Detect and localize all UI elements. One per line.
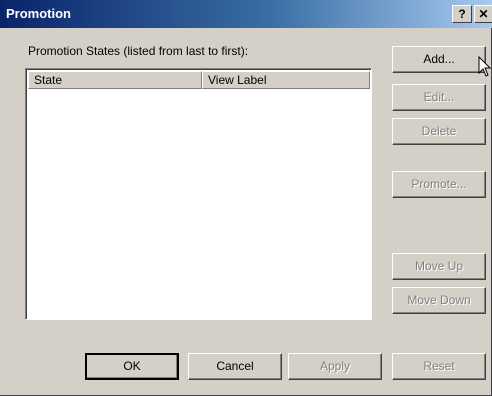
move-up-button[interactable]: Move Up (392, 253, 486, 280)
add-button[interactable]: Add... (392, 46, 486, 73)
move-down-button[interactable]: Move Down (392, 287, 486, 314)
title-bar[interactable]: Promotion ? ✕ (0, 0, 492, 28)
column-header-state[interactable]: State (28, 71, 202, 89)
apply-button[interactable]: Apply (288, 353, 382, 380)
cancel-button[interactable]: Cancel (188, 353, 282, 380)
close-button[interactable]: ✕ (474, 5, 492, 23)
promotion-dialog: Promotion ? ✕ Promotion States (listed f… (0, 0, 492, 396)
help-button[interactable]: ? (452, 5, 472, 23)
dialog-title: Promotion (6, 6, 71, 21)
promote-button[interactable]: Promote... (392, 171, 486, 198)
reset-button[interactable]: Reset (392, 353, 486, 380)
promotion-states-list[interactable]: State View Label (25, 68, 372, 320)
ok-button[interactable]: OK (85, 353, 179, 380)
delete-button[interactable]: Delete (392, 118, 486, 145)
mouse-pointer-icon (478, 56, 492, 77)
edit-button[interactable]: Edit... (392, 84, 486, 111)
column-header-view-label[interactable]: View Label (202, 71, 370, 89)
promotion-states-label: Promotion States (listed from last to fi… (28, 44, 249, 58)
